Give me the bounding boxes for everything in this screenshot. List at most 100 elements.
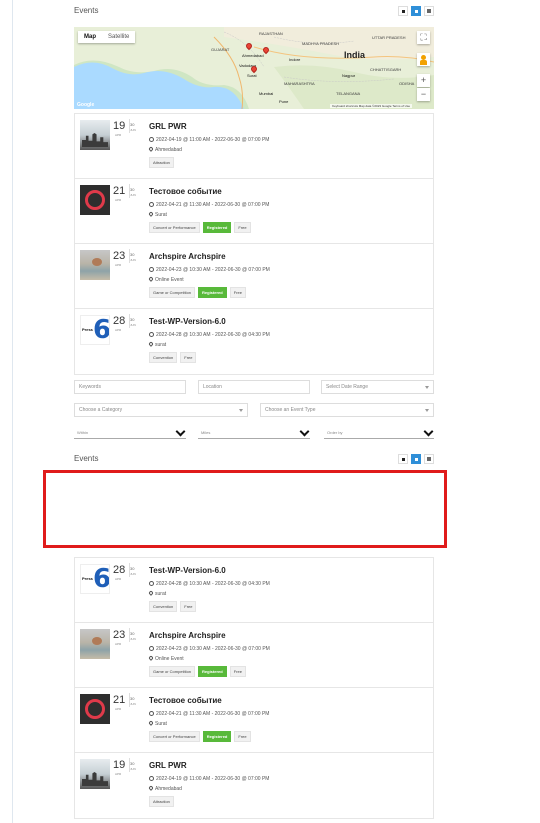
event-tag: Convention: [149, 352, 178, 363]
calendar-view-icon[interactable]: [424, 454, 434, 464]
event-thumbnail[interactable]: [80, 694, 110, 724]
chevron-down-icon: [423, 426, 434, 437]
event-location-text: Online Event: [155, 277, 184, 283]
map-label: MAHARASHTRA: [284, 81, 315, 86]
event-location: Surat: [148, 211, 167, 218]
fullscreen-icon[interactable]: ⛶: [417, 31, 430, 44]
zoom-in-button[interactable]: +: [417, 74, 430, 87]
location-pin-icon: [148, 785, 154, 791]
map-label: GUJARAT: [211, 47, 230, 52]
clock-icon: [149, 646, 154, 651]
event-card[interactable]: 23 APR 30 JUN Archspire Archspire 2022-04-23 …: [75, 244, 433, 309]
event-thumbnail[interactable]: [80, 250, 110, 280]
event-time-text: 2022-04-21 @ 11:30 AM - 2022-06-30 @ 07:…: [156, 202, 270, 208]
events-header-bottom: Events: [74, 454, 434, 468]
event-end-day: 30: [130, 187, 135, 192]
calendar-view-icon[interactable]: [424, 6, 434, 16]
event-thumbnail[interactable]: [80, 120, 110, 150]
event-location-text: Ahmedabad: [155, 786, 182, 792]
event-time: 2022-04-28 @ 10:30 AM - 2022-06-30 @ 04:…: [149, 581, 270, 587]
event-tags: Attraction: [149, 796, 174, 807]
miles-label: Miles: [201, 430, 211, 435]
event-time-text: 2022-04-19 @ 11:00 AM - 2022-06-30 @ 07:…: [156, 137, 270, 143]
within-select[interactable]: Within: [74, 426, 186, 439]
event-title-link[interactable]: Тестовое событие: [149, 696, 222, 705]
event-start-month: APR: [115, 772, 122, 776]
event-location: Online Event: [148, 276, 184, 283]
events-title: Events: [74, 6, 99, 15]
map-footer[interactable]: Keyboard shortcuts Map data ©2023 Google…: [330, 104, 412, 108]
event-thumbnail[interactable]: [80, 629, 110, 659]
map-label: Pune: [279, 99, 289, 104]
event-title-link[interactable]: Archspire Archspire: [149, 252, 226, 261]
event-location-text: surat: [155, 342, 167, 348]
event-end-month: JUN: [130, 702, 136, 706]
event-start-day: 19: [113, 120, 126, 132]
event-card[interactable]: Press 6 28 APR 30 JUN Test-WP-Version-6.0 2022-…: [75, 309, 433, 374]
event-tag: Free: [180, 352, 197, 363]
event-tags: Concert or Performance Registered Free: [149, 222, 251, 233]
event-card[interactable]: 19 APR 30 JUN GRL PWR 2022-04-19 @ 11:00 AM -…: [75, 114, 433, 179]
event-location: surat: [148, 590, 166, 597]
keywords-input[interactable]: Keywords: [74, 380, 186, 394]
map-type-satellite-button[interactable]: Satellite: [102, 31, 135, 43]
event-title-link[interactable]: Test-WP-Version-6.0: [149, 566, 226, 575]
event-time: 2022-04-19 @ 11:00 AM - 2022-06-30 @ 07:…: [149, 776, 269, 782]
event-thumbnail[interactable]: Press 6: [80, 564, 110, 594]
event-tag: Game or Competition: [149, 666, 196, 677]
location-input[interactable]: Location: [198, 380, 310, 394]
view-toggles: [398, 454, 434, 464]
event-title-link[interactable]: Test-WP-Version-6.0: [149, 317, 226, 326]
event-card[interactable]: 21 APR 30 JUN Тестовое событие 2022-04-21 @ 1…: [75, 179, 433, 244]
event-card[interactable]: 21 APR 30 JUN Тестовое событие 2022-04-21 @ 1…: [75, 688, 433, 753]
event-title-link[interactable]: Archspire Archspire: [149, 631, 226, 640]
event-title-link[interactable]: GRL PWR: [149, 761, 187, 770]
list-view-icon[interactable]: [398, 454, 408, 464]
events-map[interactable]: GUJARAT Ahmedabad Surat MADHYA PRADESH I…: [74, 27, 434, 109]
event-start-month: APR: [115, 133, 122, 137]
event-thumbnail[interactable]: Press 6: [80, 315, 110, 345]
location-pin-icon: [148, 720, 154, 726]
street-view-pegman-icon[interactable]: [417, 53, 430, 66]
map-type-map-button[interactable]: Map: [78, 31, 102, 43]
event-card[interactable]: 23 APR 30 JUN Archspire Archspire 2022-04-23 …: [75, 623, 433, 688]
order-by-select[interactable]: Order by: [324, 426, 434, 439]
event-start-day: 23: [113, 250, 126, 262]
event-tag: Registered: [198, 287, 227, 298]
location-pin-icon: [148, 341, 154, 347]
map-type-control: Map Satellite: [78, 31, 136, 43]
map-label: TELANGANA: [336, 91, 361, 96]
date-range-select[interactable]: Select Date Range: [321, 380, 434, 394]
location-pin-icon: [148, 211, 154, 217]
event-start-day: 28: [113, 315, 126, 327]
event-start-day: 21: [113, 185, 126, 197]
event-time-text: 2022-04-23 @ 10:30 AM - 2022-06-30 @ 07:…: [156, 646, 270, 652]
event-end-month: JUN: [130, 767, 136, 771]
event-card[interactable]: Press 6 28 APR 30 JUN Test-WP-Version-6.0 2022-…: [75, 558, 433, 623]
location-pin-icon: [148, 655, 154, 661]
event-tag: Registered: [202, 222, 232, 233]
map-label: Ahmedabad: [242, 53, 264, 58]
event-thumbnail[interactable]: [80, 759, 110, 789]
event-tag: Free: [234, 222, 251, 233]
clock-icon: [149, 267, 154, 272]
category-select[interactable]: Choose a Category: [74, 403, 248, 417]
event-type-select[interactable]: Choose an Event Type: [260, 403, 434, 417]
events-title: Events: [74, 454, 99, 463]
list-view-icon[interactable]: [398, 6, 408, 16]
event-title-link[interactable]: Тестовое событие: [149, 187, 222, 196]
event-title-link[interactable]: GRL PWR: [149, 122, 187, 131]
event-time: 2022-04-21 @ 11:30 AM - 2022-06-30 @ 07:…: [149, 202, 269, 208]
map-label: Indore: [289, 57, 301, 62]
event-filters: Keywords Location Select Date Range Choo…: [74, 380, 434, 440]
map-view-icon[interactable]: [411, 6, 421, 16]
event-thumbnail[interactable]: [80, 185, 110, 215]
map-view-icon[interactable]: [411, 454, 421, 464]
zoom-out-button[interactable]: −: [417, 88, 430, 101]
event-tag: Concert or Performance: [149, 222, 200, 233]
event-card[interactable]: 19 APR 30 JUN GRL PWR 2022-04-19 @ 11:00 AM -…: [75, 753, 433, 818]
clock-icon: [149, 776, 154, 781]
miles-select[interactable]: Miles: [198, 426, 310, 439]
logo-word: Press: [82, 576, 93, 581]
event-time-text: 2022-04-23 @ 10:30 AM - 2022-06-30 @ 07:…: [156, 267, 270, 273]
